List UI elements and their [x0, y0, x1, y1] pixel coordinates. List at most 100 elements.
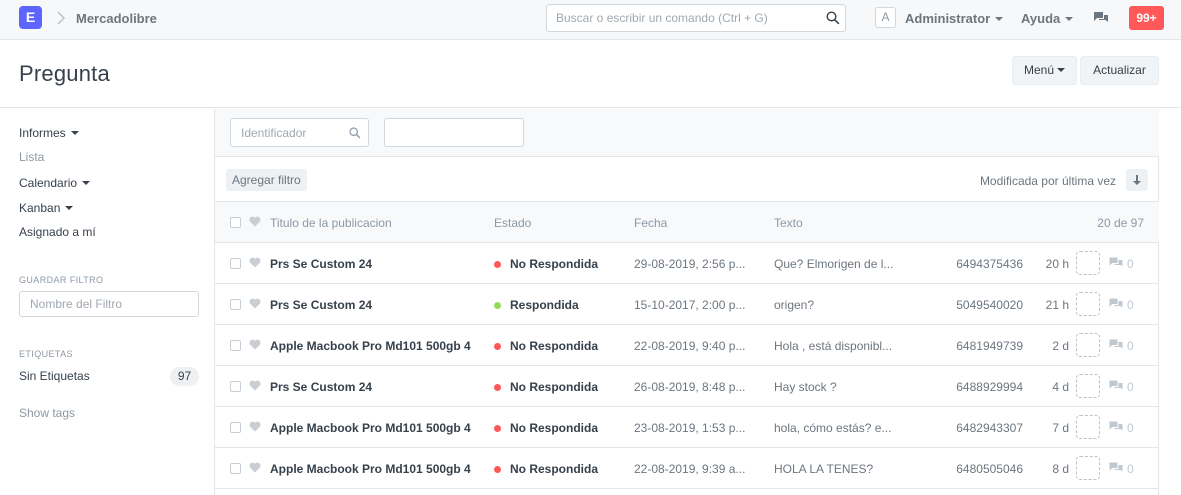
- notifications-badge[interactable]: 99+: [1129, 6, 1164, 30]
- breadcrumb[interactable]: Mercadolibre: [76, 11, 157, 26]
- comment-count: 0: [1127, 298, 1134, 312]
- secondary-filter-input[interactable]: [384, 118, 524, 147]
- sort-selector[interactable]: Modificada por última vez: [980, 174, 1116, 188]
- list-row[interactable]: Apple Macbook Pro Md101 500gb 4 No Respo…: [215, 448, 1159, 489]
- status-dot-icon: [494, 302, 501, 309]
- search-icon: [349, 127, 361, 139]
- caret-down-icon: [1057, 67, 1066, 72]
- list-row[interactable]: Prs Se Custom 24 Respondida 15-10-2017, …: [215, 284, 1159, 325]
- row-title[interactable]: Prs Se Custom 24: [270, 257, 480, 271]
- id-filter[interactable]: [230, 118, 369, 147]
- row-date: 26-08-2019, 8:48 p...: [634, 380, 746, 394]
- sidebar-item-label: Calendario: [19, 176, 78, 190]
- comment-count: 0: [1127, 421, 1134, 435]
- comment-count: 0: [1127, 462, 1134, 476]
- show-tags-link[interactable]: Show tags: [19, 406, 75, 420]
- header-title: Titulo de la publicacion: [270, 216, 392, 230]
- status-dot-icon: [494, 261, 501, 268]
- sidebar-item-calendar[interactable]: Calendario: [19, 176, 91, 190]
- help-menu[interactable]: Ayuda: [1021, 11, 1074, 26]
- comment-icon: [1109, 462, 1123, 472]
- row-modified: 4 d: [1052, 380, 1069, 394]
- sidebar-item-reports[interactable]: Informes: [19, 126, 79, 140]
- row-modified: 8 d: [1052, 462, 1069, 476]
- row-text: Que? Elmorigen de l...: [774, 257, 894, 271]
- sort-order-button[interactable]: [1126, 169, 1148, 191]
- row-title[interactable]: Apple Macbook Pro Md101 500gb 4: [270, 339, 480, 353]
- row-title[interactable]: Apple Macbook Pro Md101 500gb 4: [270, 462, 480, 476]
- select-all-checkbox[interactable]: [230, 217, 241, 228]
- row-status: No Respondida: [494, 380, 624, 394]
- refresh-button[interactable]: Actualizar: [1080, 56, 1159, 85]
- row-id: 6494375436: [956, 257, 1023, 271]
- row-title[interactable]: Apple Macbook Pro Md101 500gb 4: [270, 421, 480, 435]
- heart-icon[interactable]: [249, 257, 261, 268]
- row-checkbox[interactable]: [230, 340, 241, 351]
- status-label: Respondida: [510, 298, 579, 312]
- header-date: Fecha: [634, 216, 668, 230]
- tag-no-tags[interactable]: Sin Etiquetas: [19, 369, 90, 383]
- assign-user-button[interactable]: [1076, 251, 1100, 275]
- row-title[interactable]: Prs Se Custom 24: [270, 298, 480, 312]
- row-id: 5049540020: [956, 298, 1023, 312]
- add-filter-button[interactable]: Agregar filtro: [226, 169, 307, 191]
- search-input[interactable]: [547, 5, 817, 31]
- list-toolbar: Agregar filtro Modificada por última vez: [215, 157, 1159, 202]
- row-checkbox[interactable]: [230, 422, 241, 433]
- sidebar-item-assigned[interactable]: Asignado a mí: [19, 225, 96, 239]
- row-status: Respondida: [494, 298, 624, 312]
- heart-icon[interactable]: [249, 339, 261, 350]
- menu-button-label: Menú: [1023, 63, 1055, 77]
- comment-count: 0: [1127, 257, 1134, 271]
- heart-icon[interactable]: [249, 462, 261, 473]
- row-text: hola, cómo estás? e...: [774, 421, 892, 435]
- filter-name-input[interactable]: [19, 291, 199, 317]
- row-checkbox[interactable]: [230, 258, 241, 269]
- sidebar-item-label: Informes: [19, 126, 66, 140]
- row-text: origen?: [774, 298, 815, 312]
- search-icon: [826, 11, 840, 25]
- row-checkbox[interactable]: [230, 299, 241, 310]
- row-status: No Respondida: [494, 257, 624, 271]
- assign-user-button[interactable]: [1076, 292, 1100, 316]
- tag-count-badge: 97: [170, 367, 199, 386]
- row-modified: 7 d: [1052, 421, 1069, 435]
- row-date: 23-08-2019, 1:53 p...: [634, 421, 746, 435]
- row-checkbox[interactable]: [230, 463, 241, 474]
- sidebar: Informes Lista Calendario Kanban Asignad…: [0, 109, 214, 495]
- caret-down-icon: [70, 130, 79, 135]
- status-dot-icon: [494, 466, 501, 473]
- assign-user-button[interactable]: [1076, 333, 1100, 357]
- heart-icon[interactable]: [249, 421, 261, 432]
- row-title[interactable]: Prs Se Custom 24: [270, 380, 480, 394]
- avatar[interactable]: A: [875, 7, 896, 28]
- save-filter-heading: GUARDAR FILTRO: [19, 275, 104, 285]
- user-menu[interactable]: Administrator: [905, 11, 1004, 26]
- comment-count: 0: [1127, 339, 1134, 353]
- user-menu-label: Administrator: [905, 11, 991, 26]
- list-row[interactable]: Prs Se Custom 24 No Respondida 29-08-201…: [215, 243, 1159, 284]
- awesome-bar[interactable]: [546, 4, 846, 32]
- app-logo[interactable]: E: [19, 6, 42, 29]
- sidebar-item-list[interactable]: Lista: [19, 150, 44, 164]
- status-dot-icon: [494, 343, 501, 350]
- row-checkbox[interactable]: [230, 381, 241, 392]
- comment-icon: [1109, 421, 1123, 431]
- assign-user-button[interactable]: [1076, 456, 1100, 480]
- list-row[interactable]: Apple Macbook Pro Md101 500gb 4 No Respo…: [215, 325, 1159, 366]
- heart-icon: [249, 216, 261, 227]
- sidebar-item-kanban[interactable]: Kanban: [19, 201, 74, 215]
- chevron-right-icon: [57, 11, 66, 25]
- list-row[interactable]: Apple Macbook Pro Md101 500gb 4 No Respo…: [215, 407, 1159, 448]
- row-status: No Respondida: [494, 421, 624, 435]
- list-row[interactable]: Prs Se Custom 24 No Respondida 26-08-201…: [215, 366, 1159, 407]
- comment-icon: [1109, 298, 1123, 308]
- status-label: No Respondida: [510, 421, 599, 435]
- assign-user-button[interactable]: [1076, 415, 1100, 439]
- id-filter-input[interactable]: [231, 119, 341, 146]
- menu-button[interactable]: Menú: [1012, 56, 1077, 85]
- assign-user-button[interactable]: [1076, 374, 1100, 398]
- heart-icon[interactable]: [249, 380, 261, 391]
- chat-icon[interactable]: [1093, 11, 1109, 25]
- heart-icon[interactable]: [249, 298, 261, 309]
